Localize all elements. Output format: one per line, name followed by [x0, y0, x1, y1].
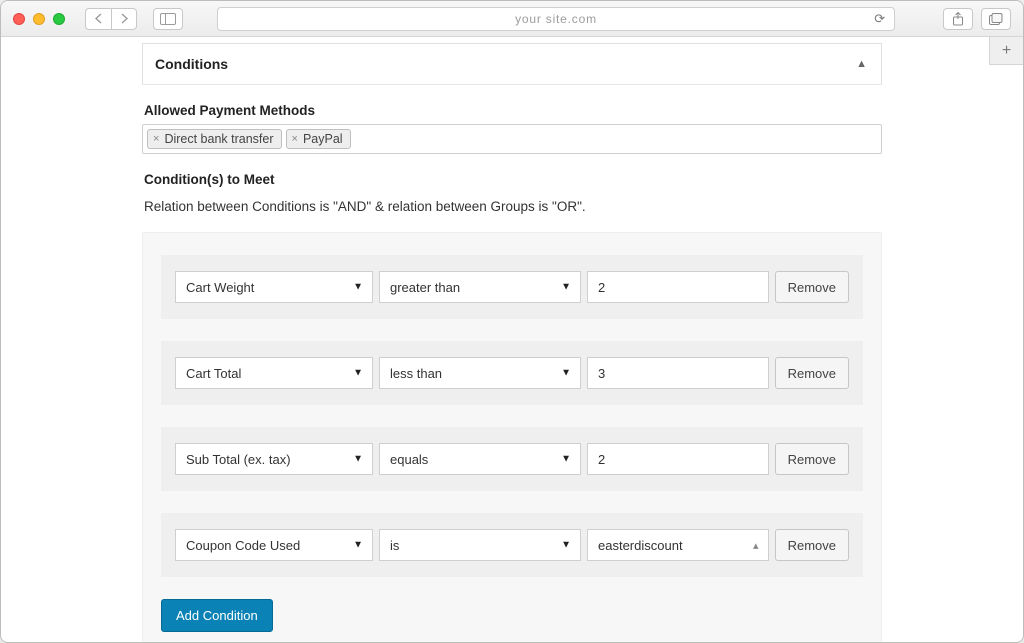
settings-panel: Conditions ▲ Allowed Payment Methods × D…: [142, 37, 882, 642]
chevron-right-icon: [120, 13, 129, 24]
reload-icon[interactable]: ⟳: [874, 11, 886, 27]
chevron-down-icon: ▼: [561, 540, 571, 551]
allowed-methods-input[interactable]: × Direct bank transfer × PayPal: [142, 124, 882, 154]
chevron-down-icon: ▼: [561, 454, 571, 465]
url-bar[interactable]: your site.com ⟳: [217, 7, 895, 31]
conditions-group: Cart Weight ▼ greater than ▼ 2 Remove: [142, 232, 882, 642]
nav-buttons: [85, 8, 137, 30]
select-value: less than: [390, 366, 442, 381]
condition-value-input[interactable]: 2: [587, 443, 769, 475]
input-value: 3: [598, 366, 605, 381]
condition-row: Coupon Code Used ▼ is ▼ easterdiscount ▴…: [161, 513, 863, 577]
condition-row: Cart Weight ▼ greater than ▼ 2 Remove: [161, 255, 863, 319]
condition-field-select[interactable]: Cart Total ▼: [175, 357, 373, 389]
chevron-down-icon: ▼: [561, 282, 571, 293]
chevron-down-icon: ▼: [353, 282, 363, 293]
condition-value-input[interactable]: 3: [587, 357, 769, 389]
url-text: your site.com: [515, 12, 597, 26]
section-header[interactable]: Conditions ▲: [142, 43, 882, 85]
minimize-window-button[interactable]: [33, 13, 45, 25]
sidebar-icon: [160, 13, 176, 25]
button-label: Remove: [788, 452, 836, 467]
collapse-icon[interactable]: ▲: [856, 58, 867, 70]
button-label: Remove: [788, 538, 836, 553]
condition-value-select[interactable]: easterdiscount ▴: [587, 529, 769, 561]
select-value: Coupon Code Used: [186, 538, 300, 553]
button-label: Remove: [788, 280, 836, 295]
condition-operator-select[interactable]: greater than ▼: [379, 271, 581, 303]
section-title: Conditions: [155, 56, 228, 72]
forward-button[interactable]: [111, 8, 137, 30]
condition-field-select[interactable]: Cart Weight ▼: [175, 271, 373, 303]
tag-remove-icon[interactable]: ×: [153, 133, 159, 145]
condition-field-select[interactable]: Coupon Code Used ▼: [175, 529, 373, 561]
add-condition-button[interactable]: Add Condition: [161, 599, 273, 632]
chevron-down-icon: ▼: [353, 454, 363, 465]
sidebar-button[interactable]: [153, 8, 183, 30]
toolbar-right: [943, 8, 1011, 30]
page-content: Conditions ▲ Allowed Payment Methods × D…: [1, 37, 1023, 642]
condition-operator-select[interactable]: is ▼: [379, 529, 581, 561]
conditions-to-meet-label: Condition(s) to Meet: [144, 172, 880, 187]
share-icon: [952, 12, 964, 26]
tag-label: PayPal: [303, 132, 343, 146]
condition-row: Cart Total ▼ less than ▼ 3 Remove: [161, 341, 863, 405]
remove-condition-button[interactable]: Remove: [775, 357, 849, 389]
condition-value-input[interactable]: 2: [587, 271, 769, 303]
select-value: is: [390, 538, 399, 553]
chevron-left-icon: [94, 13, 103, 24]
relation-note: Relation between Conditions is "AND" & r…: [144, 199, 880, 214]
titlebar: your site.com ⟳: [1, 1, 1023, 37]
select-value: Sub Total (ex. tax): [186, 452, 291, 467]
chevron-down-icon: ▼: [561, 368, 571, 379]
chevron-down-icon: ▼: [353, 540, 363, 551]
close-window-button[interactable]: [13, 13, 25, 25]
button-label: Remove: [788, 366, 836, 381]
select-value: greater than: [390, 280, 460, 295]
plus-icon: +: [1002, 42, 1011, 60]
payment-tag[interactable]: × PayPal: [286, 129, 351, 149]
share-button[interactable]: [943, 8, 973, 30]
condition-field-select[interactable]: Sub Total (ex. tax) ▼: [175, 443, 373, 475]
new-tab-button[interactable]: +: [989, 37, 1023, 65]
allowed-methods-label: Allowed Payment Methods: [144, 103, 880, 118]
browser-window: your site.com ⟳ + Con: [0, 0, 1024, 643]
remove-condition-button[interactable]: Remove: [775, 271, 849, 303]
chevron-up-icon: ▴: [753, 539, 759, 552]
input-value: 2: [598, 280, 605, 295]
select-value: Cart Weight: [186, 280, 254, 295]
payment-tag[interactable]: × Direct bank transfer: [147, 129, 282, 149]
back-button[interactable]: [85, 8, 111, 30]
zoom-window-button[interactable]: [53, 13, 65, 25]
tag-label: Direct bank transfer: [164, 132, 273, 146]
tabs-icon: [989, 13, 1003, 25]
select-value: equals: [390, 452, 428, 467]
condition-operator-select[interactable]: equals ▼: [379, 443, 581, 475]
remove-condition-button[interactable]: Remove: [775, 529, 849, 561]
button-label: Add Condition: [176, 608, 258, 623]
select-value: Cart Total: [186, 366, 241, 381]
select-value: easterdiscount: [598, 538, 683, 553]
tabs-button[interactable]: [981, 8, 1011, 30]
remove-condition-button[interactable]: Remove: [775, 443, 849, 475]
tag-remove-icon[interactable]: ×: [292, 133, 298, 145]
input-value: 2: [598, 452, 605, 467]
condition-row: Sub Total (ex. tax) ▼ equals ▼ 2 Remove: [161, 427, 863, 491]
chevron-down-icon: ▼: [353, 368, 363, 379]
traffic-lights: [13, 13, 65, 25]
condition-operator-select[interactable]: less than ▼: [379, 357, 581, 389]
